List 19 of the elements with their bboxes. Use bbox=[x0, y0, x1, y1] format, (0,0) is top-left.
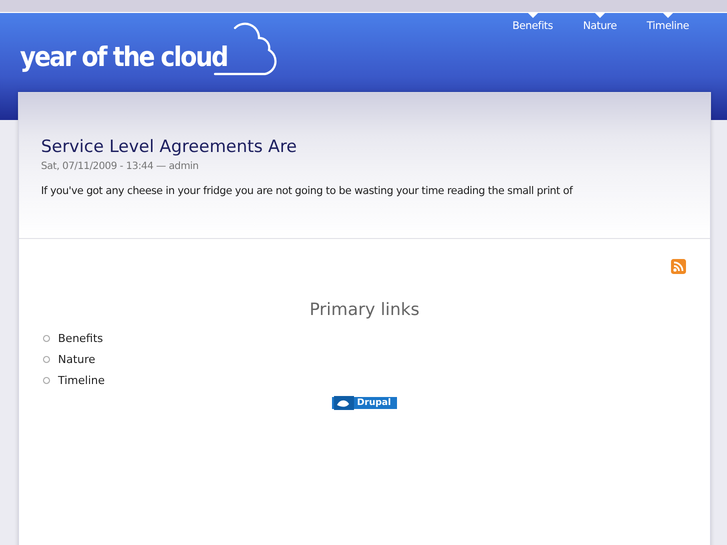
site-logo[interactable]: year of the cloud bbox=[20, 44, 228, 80]
nav-link[interactable]: Timeline bbox=[646, 20, 689, 32]
powered-by-badge[interactable]: Drupal bbox=[332, 397, 397, 409]
post-body: If you've got any cheese in your fridge you are not going to be wasting your time reading the small print of bbox=[41, 185, 574, 197]
menu-link[interactable]: Benefits bbox=[58, 332, 104, 345]
nav-link[interactable]: Benefits bbox=[512, 20, 553, 32]
bullet-icon bbox=[43, 377, 50, 384]
bullet-icon bbox=[43, 356, 50, 363]
post-title[interactable]: Service Level Agreements Are bbox=[41, 137, 688, 157]
block-title: Primary links bbox=[308, 300, 421, 320]
pointer-icon bbox=[662, 13, 673, 18]
pointer-icon bbox=[594, 13, 605, 18]
pointer-icon bbox=[528, 13, 538, 18]
rss-feed-icon[interactable] bbox=[671, 259, 686, 274]
menu-link[interactable]: Timeline bbox=[58, 374, 105, 387]
bullet-icon bbox=[43, 335, 50, 342]
menu-link[interactable]: Nature bbox=[58, 353, 96, 366]
post-meta: Sat, 07/11/2009 - 13:44 — admin bbox=[41, 161, 200, 172]
nav-link[interactable]: Nature bbox=[582, 20, 617, 32]
